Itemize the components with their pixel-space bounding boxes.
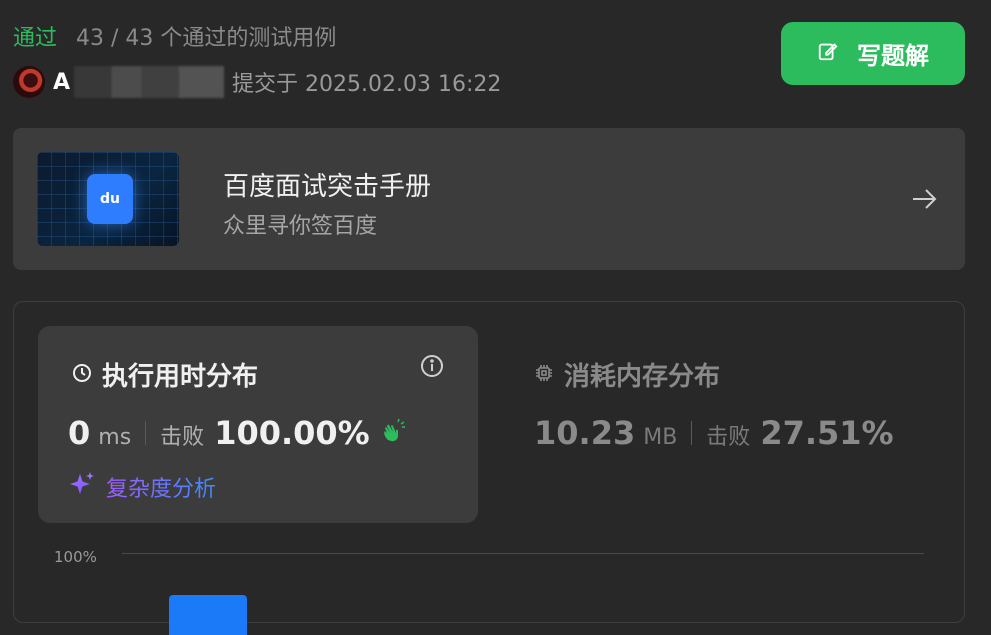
divider [691, 421, 693, 445]
memory-title[interactable]: 消耗内存分布 [534, 356, 720, 393]
clap-icon [380, 418, 406, 448]
write-solution-label: 写题解 [857, 42, 929, 70]
memory-title-text: 消耗内存分布 [564, 362, 721, 392]
arrow-right-icon[interactable] [909, 184, 939, 218]
avatar[interactable] [13, 66, 45, 98]
username-redacted [74, 66, 225, 98]
chart-tick-label: 100% [54, 548, 97, 566]
memory-beats-value: 27.51% [760, 414, 894, 452]
username[interactable]: A [53, 70, 70, 95]
banner-subtitle: 众里寻你签百度 [223, 214, 378, 239]
info-icon[interactable] [420, 354, 444, 382]
runtime-beats-label: 击败 [160, 425, 205, 450]
divider [145, 421, 147, 445]
edit-icon [817, 40, 839, 68]
runtime-beats-value: 100.00% [214, 414, 370, 452]
memory-beats-label: 击败 [706, 425, 751, 450]
banner-title: 百度面试突击手册 [223, 172, 432, 202]
runtime-value: 0 [68, 414, 91, 452]
runtime-unit: ms [98, 425, 132, 450]
runtime-title: 执行用时分布 [72, 356, 258, 393]
memory-metric: 10.23 MB 击败 27.51% [534, 414, 894, 452]
submitter-info: A 提交于 2025.02.03 16:22 [13, 62, 501, 102]
submitted-time: 提交于 2025.02.03 16:22 [232, 72, 502, 97]
chip-icon [534, 360, 554, 390]
runtime-metric: 0 ms 击败 100.00% [68, 414, 406, 452]
sparkle-icon [68, 470, 96, 504]
chart-gridline [122, 553, 924, 554]
status-passed: 通过 [13, 26, 58, 51]
memory-value: 10.23 [534, 414, 636, 452]
banner-image: du [37, 152, 179, 246]
baidu-logo: du [87, 174, 133, 224]
chart-bar[interactable] [169, 595, 247, 635]
complexity-analysis-link[interactable]: 复杂度分析 [68, 470, 216, 504]
clock-icon [72, 360, 92, 390]
complexity-label: 复杂度分析 [106, 471, 216, 503]
test-case-count: 43 / 43 个通过的测试用例 [76, 26, 337, 51]
memory-unit: MB [643, 425, 678, 450]
status-line: 通过 43 / 43 个通过的测试用例 [13, 20, 336, 52]
runtime-card[interactable]: 执行用时分布 0 ms 击败 100.00% 复杂度分析 [38, 326, 478, 523]
performance-panel: 执行用时分布 0 ms 击败 100.00% 复杂度分析 消耗内存分布 10.2… [13, 301, 965, 635]
runtime-title-text: 执行用时分布 [102, 362, 259, 392]
write-solution-button[interactable]: 写题解 [781, 22, 965, 85]
promo-banner[interactable]: du 百度面试突击手册 众里寻你签百度 [13, 128, 965, 270]
